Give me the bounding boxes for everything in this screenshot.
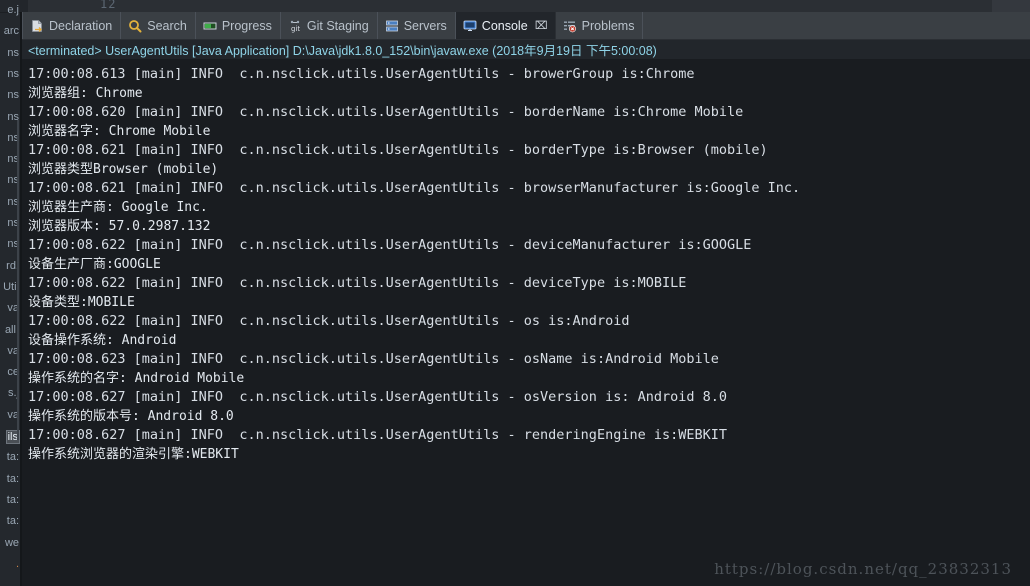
progress-icon <box>203 19 217 33</box>
view-tabbar: Declaration Search Progress git Git Stag… <box>22 12 1030 40</box>
console-line: 设备类型:MOBILE <box>28 295 135 310</box>
explorer-item-fragment[interactable]: ns <box>7 47 19 59</box>
explorer-item-fragment[interactable]: ns <box>7 89 19 101</box>
console-line: 17:00:08.622 [main] INFO c.n.nsclick.uti… <box>28 275 687 291</box>
explorer-item-fragment[interactable]: ta: <box>7 451 19 463</box>
declaration-icon <box>30 19 44 33</box>
console-output[interactable]: 17:00:08.613 [main] INFO c.n.nsclick.uti… <box>22 59 1030 586</box>
console-line: 17:00:08.613 [main] INFO c.n.nsclick.uti… <box>28 66 695 82</box>
console-line: 浏览器版本: 57.0.2987.132 <box>28 219 211 234</box>
explorer-item-fragment[interactable]: ta: <box>7 473 19 485</box>
tab-label: Declaration <box>49 18 113 33</box>
console-line: 浏览器名字: Chrome Mobile <box>28 124 211 139</box>
tab-label: Progress <box>221 18 272 33</box>
explorer-item-fragment[interactable]: ta: <box>7 515 19 527</box>
console-line: 设备操作系统: Android <box>28 333 177 348</box>
console-line: 17:00:08.622 [main] INFO c.n.nsclick.uti… <box>28 237 752 253</box>
console-line: 操作系统的名字: Android Mobile <box>28 371 245 386</box>
search-icon <box>128 19 142 33</box>
tab-declaration[interactable]: Declaration <box>22 12 122 39</box>
console-line: 17:00:08.621 [main] INFO c.n.nsclick.uti… <box>28 142 768 158</box>
editor-remnant-strip: 12 <box>0 0 1030 12</box>
explorer-item-fragment[interactable]: e.j <box>7 4 19 16</box>
eclipse-window: 12 e.j arc ns ns ns ns ns ns ns ns ns ns rd. Util va al… <box>0 0 1030 586</box>
console-line: 17:00:08.623 [main] INFO c.n.nsclick.uti… <box>28 351 719 367</box>
tab-label: Git Staging <box>306 18 369 33</box>
explorer-item-fragment[interactable]: arc <box>4 25 19 37</box>
explorer-item-fragment[interactable]: . <box>16 558 19 570</box>
console-line: 17:00:08.621 [main] INFO c.n.nsclick.uti… <box>28 180 801 196</box>
tab-console[interactable]: Console ⌧ <box>455 12 556 39</box>
tab-label: Servers <box>403 18 447 33</box>
tab-progress[interactable]: Progress <box>196 12 281 39</box>
explorer-item-fragment[interactable]: ta: <box>7 494 19 506</box>
console-line: 浏览器生产商: Google Inc. <box>28 200 208 215</box>
console-line: 17:00:08.622 [main] INFO c.n.nsclick.uti… <box>28 313 630 329</box>
tab-label: Search <box>147 18 187 33</box>
editor-right-cap <box>992 0 1030 12</box>
tab-label: Console <box>481 18 528 33</box>
console-line: 操作系统浏览器的渲染引擎:WEBKIT <box>28 447 239 462</box>
servers-icon <box>385 19 399 33</box>
console-view: Declaration Search Progress git Git Stag… <box>22 12 1030 586</box>
svg-text:git: git <box>291 25 300 33</box>
explorer-item-fragment[interactable]: ns <box>7 68 19 80</box>
console-icon <box>463 19 477 33</box>
console-line: 17:00:08.627 [main] INFO c.n.nsclick.uti… <box>28 427 727 443</box>
tab-servers[interactable]: Servers <box>378 12 456 39</box>
console-line: 设备生产厂商:GOOGLE <box>28 257 161 272</box>
strip-edge-border <box>20 12 22 586</box>
explorer-scrollbar[interactable] <box>17 120 19 440</box>
console-line: 浏览器组: Chrome <box>28 86 143 101</box>
watermark: https://blog.csdn.net/qq_23832313 <box>714 560 1012 578</box>
console-line: 浏览器类型Browser (mobile) <box>28 162 219 177</box>
editor-line-number: 12 <box>100 0 117 11</box>
git-staging-icon: git <box>288 19 302 33</box>
terminated-process-header: <terminated> UserAgentUtils [Java Applic… <box>22 40 1030 60</box>
explorer-item-fragment[interactable]: we <box>5 537 19 549</box>
console-line: 17:00:08.627 [main] INFO c.n.nsclick.uti… <box>28 389 727 405</box>
console-line: 操作系统的版本号: Android 8.0 <box>28 409 234 424</box>
problems-icon <box>563 19 577 33</box>
tab-problems[interactable]: Problems <box>556 12 644 39</box>
console-line: 17:00:08.620 [main] INFO c.n.nsclick.uti… <box>28 104 744 120</box>
close-icon[interactable]: ⌧ <box>535 20 548 32</box>
tab-label: Problems <box>581 18 635 33</box>
tab-git-staging[interactable]: git Git Staging <box>281 12 378 39</box>
tab-search[interactable]: Search <box>121 12 196 39</box>
